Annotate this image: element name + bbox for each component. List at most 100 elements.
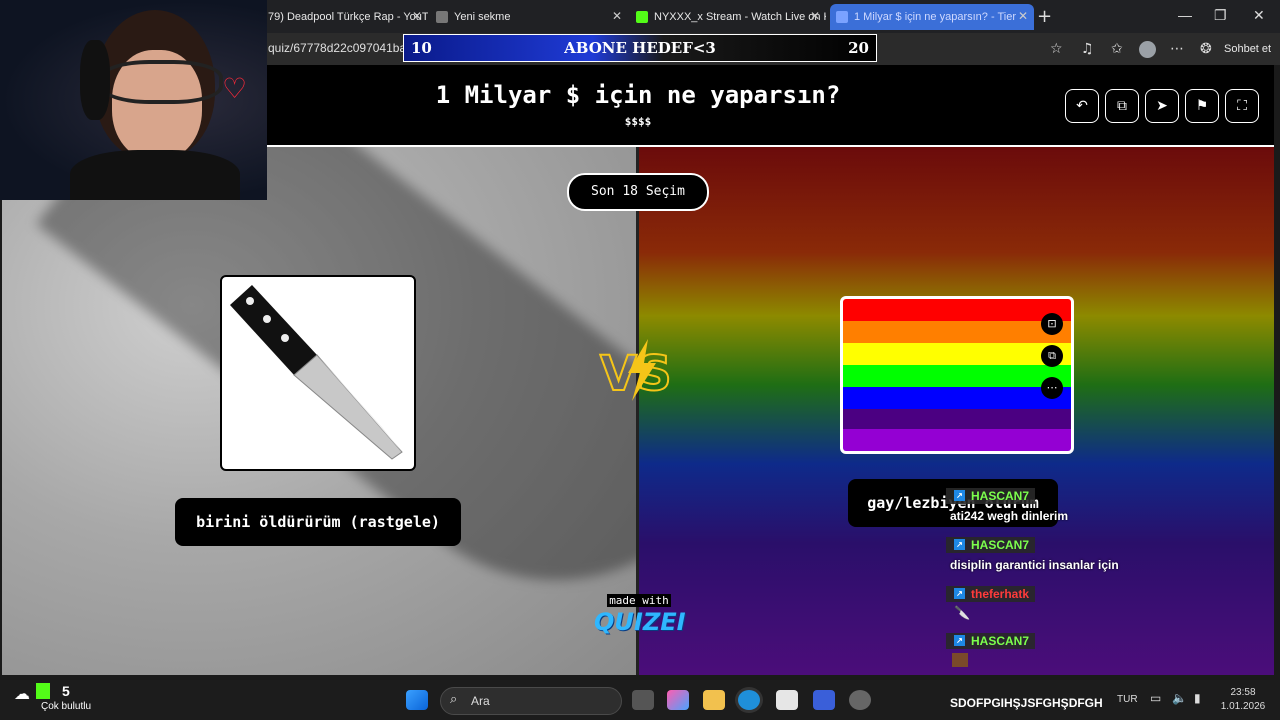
chat-username: HASCAN7: [971, 633, 1030, 648]
tab-label: 79) Deadpool Türkçe Rap - YouT: [268, 11, 428, 23]
weather-widget[interactable]: ☁ 5 Çok bulutlu: [14, 683, 91, 712]
maximize-icon[interactable]: ❐: [1214, 7, 1227, 24]
copy-image-icon[interactable]: ⧉: [1041, 345, 1063, 367]
kick-badge-icon: ↗: [954, 635, 965, 646]
favorites-icon[interactable]: ✩: [1111, 41, 1123, 57]
more-icon[interactable]: ⋯: [1170, 41, 1184, 57]
app-icon[interactable]: [813, 690, 835, 710]
stream-chat-overlay: ↗ HASCAN7 ati242 wegh dinlerim ↗ HASCAN7 d…: [946, 470, 1276, 697]
tab-quiz[interactable]: 1 Milyar $ için ne yaparsın? - Tier ✕: [830, 4, 1034, 30]
network-icon[interactable]: ▭: [1150, 691, 1161, 705]
goal-title: ABONE HEDEF<3: [564, 39, 716, 57]
windows-start-icon[interactable]: [406, 690, 428, 710]
close-icon[interactable]: ✕: [612, 9, 622, 23]
tab-label: 1 Milyar $ için ne yaparsın? - Tier: [854, 11, 1017, 23]
clock-time: 23:58: [1230, 687, 1256, 698]
edge-browser-icon[interactable]: [738, 690, 760, 710]
vs-lightning-icon: VS: [599, 339, 673, 403]
file-explorer-icon[interactable]: [703, 690, 725, 710]
rainbow-flag: [843, 299, 1071, 451]
quizei-logo: QUIZEI: [594, 608, 686, 636]
fullscreen-icon: ⛶: [1237, 98, 1247, 114]
read-aloud-icon[interactable]: ♫: [1081, 41, 1094, 57]
tab-label: Yeni sekme: [454, 11, 511, 23]
goal-target: 20: [848, 39, 869, 57]
headphone-shape: [80, 40, 110, 120]
clock-date: 1.01.2026: [1220, 701, 1266, 712]
quiz-favicon-icon: [836, 11, 848, 23]
chat-message: ↗ HASCAN7 ati242 wegh dinlerim: [946, 483, 1068, 523]
left-option-label[interactable]: birini öldürürüm (rastgele): [175, 498, 461, 546]
language-indicator[interactable]: TUR: [1117, 694, 1138, 705]
tab-new[interactable]: Yeni sekme ✕: [436, 4, 628, 30]
chat-message: ↗ theferhatk 🔪: [946, 581, 1036, 621]
url-field[interactable]: quiz/67778d22c097041ba0: [268, 41, 413, 55]
more-options-icon[interactable]: ⋯: [1041, 377, 1063, 399]
send-button[interactable]: ➤: [1145, 89, 1179, 123]
chat-username: theferhatk: [971, 586, 1030, 601]
subscriber-goal-bar: 10 ABONE HEDEF<3 20: [403, 34, 877, 62]
kick-badge-icon: ↗: [954, 490, 965, 501]
close-icon[interactable]: ✕: [1018, 9, 1028, 23]
undo-button[interactable]: ↶: [1065, 89, 1099, 123]
undo-icon: ↶: [1076, 98, 1088, 114]
profile-avatar[interactable]: [1139, 41, 1156, 58]
minimize-icon[interactable]: —: [1178, 7, 1192, 23]
steam-icon[interactable]: [849, 690, 871, 710]
share-icon: ⧉: [1117, 98, 1127, 114]
chat-button[interactable]: Sohbet et: [1224, 43, 1271, 55]
knife-icon: [230, 285, 403, 460]
visual-search-icon[interactable]: ⊡: [1041, 313, 1063, 335]
volume-icon[interactable]: 🔈: [1172, 691, 1187, 705]
search-input: Ara: [471, 694, 490, 708]
tab-label: NYXXX_x Stream - Watch Live on K: [654, 11, 826, 23]
chat-username-badge: ↗ HASCAN7: [946, 632, 1036, 649]
page-icon: [436, 11, 448, 23]
bookmark-star-icon[interactable]: ☆: [1050, 41, 1063, 57]
made-with-quizei[interactable]: made with QUIZEI: [594, 589, 686, 636]
kick-badge-icon: ↗: [954, 539, 965, 550]
flag-icon: ⚑: [1195, 98, 1209, 114]
tab-youtube[interactable]: 79) Deadpool Türkçe Rap - YouT ✕: [268, 4, 428, 30]
left-option-image[interactable]: [220, 275, 416, 471]
store-icon[interactable]: [776, 690, 798, 710]
close-window-icon[interactable]: ✕: [1253, 7, 1265, 24]
chat-ticker: SDOFPGIHŞJSFGHŞDFGH: [950, 696, 1103, 710]
made-with-text: made with: [607, 594, 671, 607]
chat-username-badge: ↗ HASCAN7: [946, 487, 1036, 504]
task-view-icon[interactable]: [632, 690, 654, 710]
system-clock[interactable]: 23:58 1.01.2026: [1218, 686, 1268, 714]
fullscreen-button[interactable]: ⛶: [1225, 89, 1259, 123]
search-icon: ⌕: [450, 692, 458, 707]
report-button[interactable]: ⚑: [1185, 89, 1219, 123]
tab-kick[interactable]: NYXXX_x Stream - Watch Live on K ✕: [636, 4, 826, 30]
close-icon[interactable]: ✕: [810, 9, 820, 23]
copilot-icon[interactable]: ❂: [1200, 41, 1212, 57]
weather-temp: 5: [62, 683, 70, 699]
chat-username: HASCAN7: [971, 537, 1030, 552]
recent-choices-badge[interactable]: Son 18 Seçim: [567, 173, 709, 211]
send-icon: ➤: [1156, 98, 1168, 114]
chat-message: ↗ HASCAN7 disiplin garantici insanlar içi…: [946, 532, 1119, 572]
heart-icon: ♡: [222, 72, 248, 105]
right-option-image[interactable]: ⊡ ⧉ ⋯: [840, 296, 1074, 454]
chat-username: HASCAN7: [971, 488, 1030, 503]
glasses-shape: [100, 60, 223, 104]
kick-badge-icon: ↗: [954, 588, 965, 599]
emote-knife-icon: 🔪: [954, 605, 971, 621]
share-button[interactable]: ⧉: [1105, 89, 1139, 123]
new-tab-button[interactable]: +: [1037, 6, 1052, 27]
weather-text: Çok bulutlu: [41, 701, 92, 712]
emote-icon: [952, 652, 968, 667]
chat-text: ati242 wegh dinlerim: [950, 508, 1069, 523]
copilot-app-icon[interactable]: [667, 690, 689, 710]
chat-username-badge: ↗ HASCAN7: [946, 536, 1036, 553]
chat-username-badge: ↗ theferhatk: [946, 585, 1036, 602]
shoulders-shape: [70, 150, 240, 200]
taskbar-search[interactable]: ⌕ Ara: [440, 687, 622, 715]
close-icon[interactable]: ✕: [412, 9, 422, 23]
chat-message: ↗ HASCAN7: [946, 628, 1036, 667]
kick-logo-icon: [36, 683, 50, 699]
battery-icon[interactable]: ▮: [1194, 691, 1201, 705]
chat-text: disiplin garantici insanlar için: [950, 557, 1119, 572]
